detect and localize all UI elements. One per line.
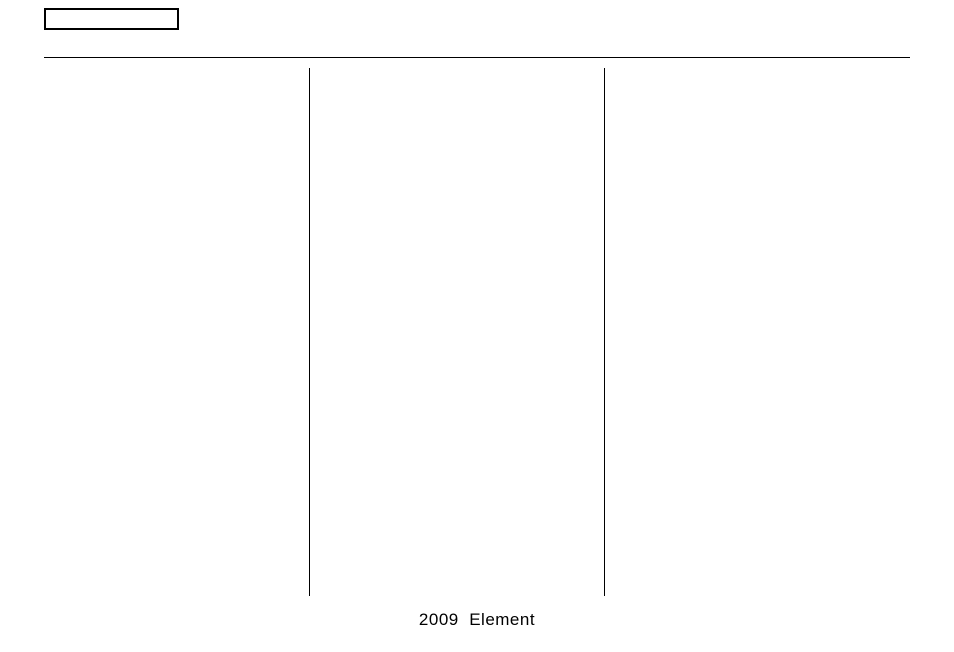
column-layout (44, 68, 910, 596)
page-container: 2009 Element (0, 0, 954, 652)
footer-model: Element (469, 610, 535, 629)
column-right (605, 68, 910, 596)
footer-year: 2009 (419, 610, 459, 629)
column-left (44, 68, 309, 596)
header-box (44, 8, 179, 30)
column-middle (309, 68, 605, 596)
footer-text: 2009 Element (0, 610, 954, 630)
header-divider (44, 57, 910, 58)
